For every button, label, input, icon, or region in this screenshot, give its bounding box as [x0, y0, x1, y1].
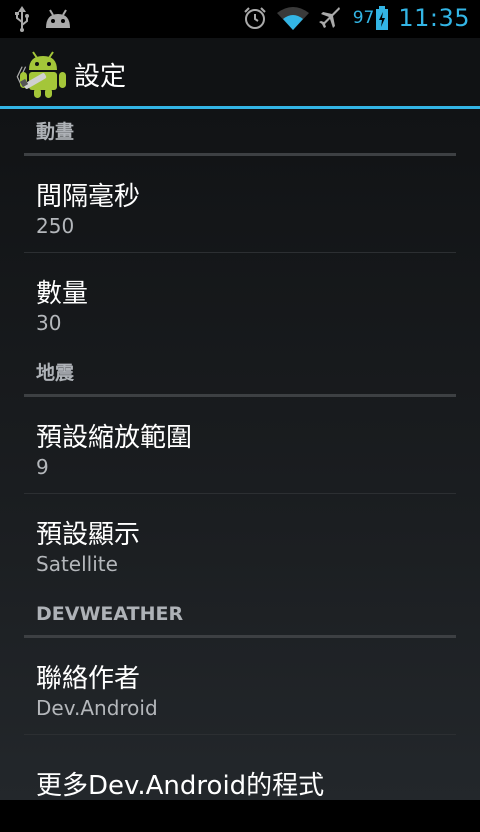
wifi-icon — [276, 6, 309, 30]
battery-level: 97 — [352, 8, 375, 28]
pref-title: 預設顯示 — [36, 520, 141, 550]
action-bar: 《 設定 — [0, 38, 480, 109]
pref-default-zoom[interactable]: 預設縮放範圍 9 — [24, 397, 456, 494]
pref-title: 間隔毫秒 — [36, 182, 141, 212]
page-title: 設定 — [74, 62, 127, 92]
alarm-icon — [243, 6, 267, 30]
pref-summary: Dev.Android — [36, 696, 158, 720]
status-bar: 97 11:35 — [0, 0, 480, 38]
pref-title: 聯絡作者 — [36, 664, 141, 694]
pref-interval-ms[interactable]: 間隔毫秒 250 — [24, 156, 456, 253]
pref-summary: Satellite — [36, 552, 118, 576]
battery-charging-icon — [376, 6, 389, 30]
pref-summary: 30 — [36, 311, 62, 335]
usb-icon — [14, 6, 30, 32]
pref-title: 數量 — [36, 279, 89, 309]
android-debug-icon — [44, 8, 72, 30]
pref-contact-author[interactable]: 聯絡作者 Dev.Android — [24, 638, 456, 735]
category-header-earthquake: 地震 — [24, 350, 456, 397]
android-app-icon[interactable] — [17, 50, 69, 102]
category-header-animation: 動畫 — [24, 109, 456, 156]
airplane-mode-icon — [318, 6, 343, 30]
status-time: 11:35 — [398, 4, 470, 32]
preferences-list[interactable]: 動畫 間隔毫秒 250 數量 30 地震 預設縮放範圍 9 預設顯示 Satel… — [0, 109, 480, 801]
pref-count[interactable]: 數量 30 — [24, 253, 456, 350]
pref-more-apps[interactable]: 更多Dev.Android的程式 — [24, 735, 456, 832]
pref-summary: 9 — [36, 455, 49, 479]
pref-default-display[interactable]: 預設顯示 Satellite — [24, 494, 456, 591]
pref-title: 預設縮放範圍 — [36, 423, 193, 453]
category-header-devweather: DEVWEATHER — [24, 591, 456, 638]
pref-title: 更多Dev.Android的程式 — [36, 771, 325, 801]
pref-summary: 250 — [36, 214, 75, 238]
